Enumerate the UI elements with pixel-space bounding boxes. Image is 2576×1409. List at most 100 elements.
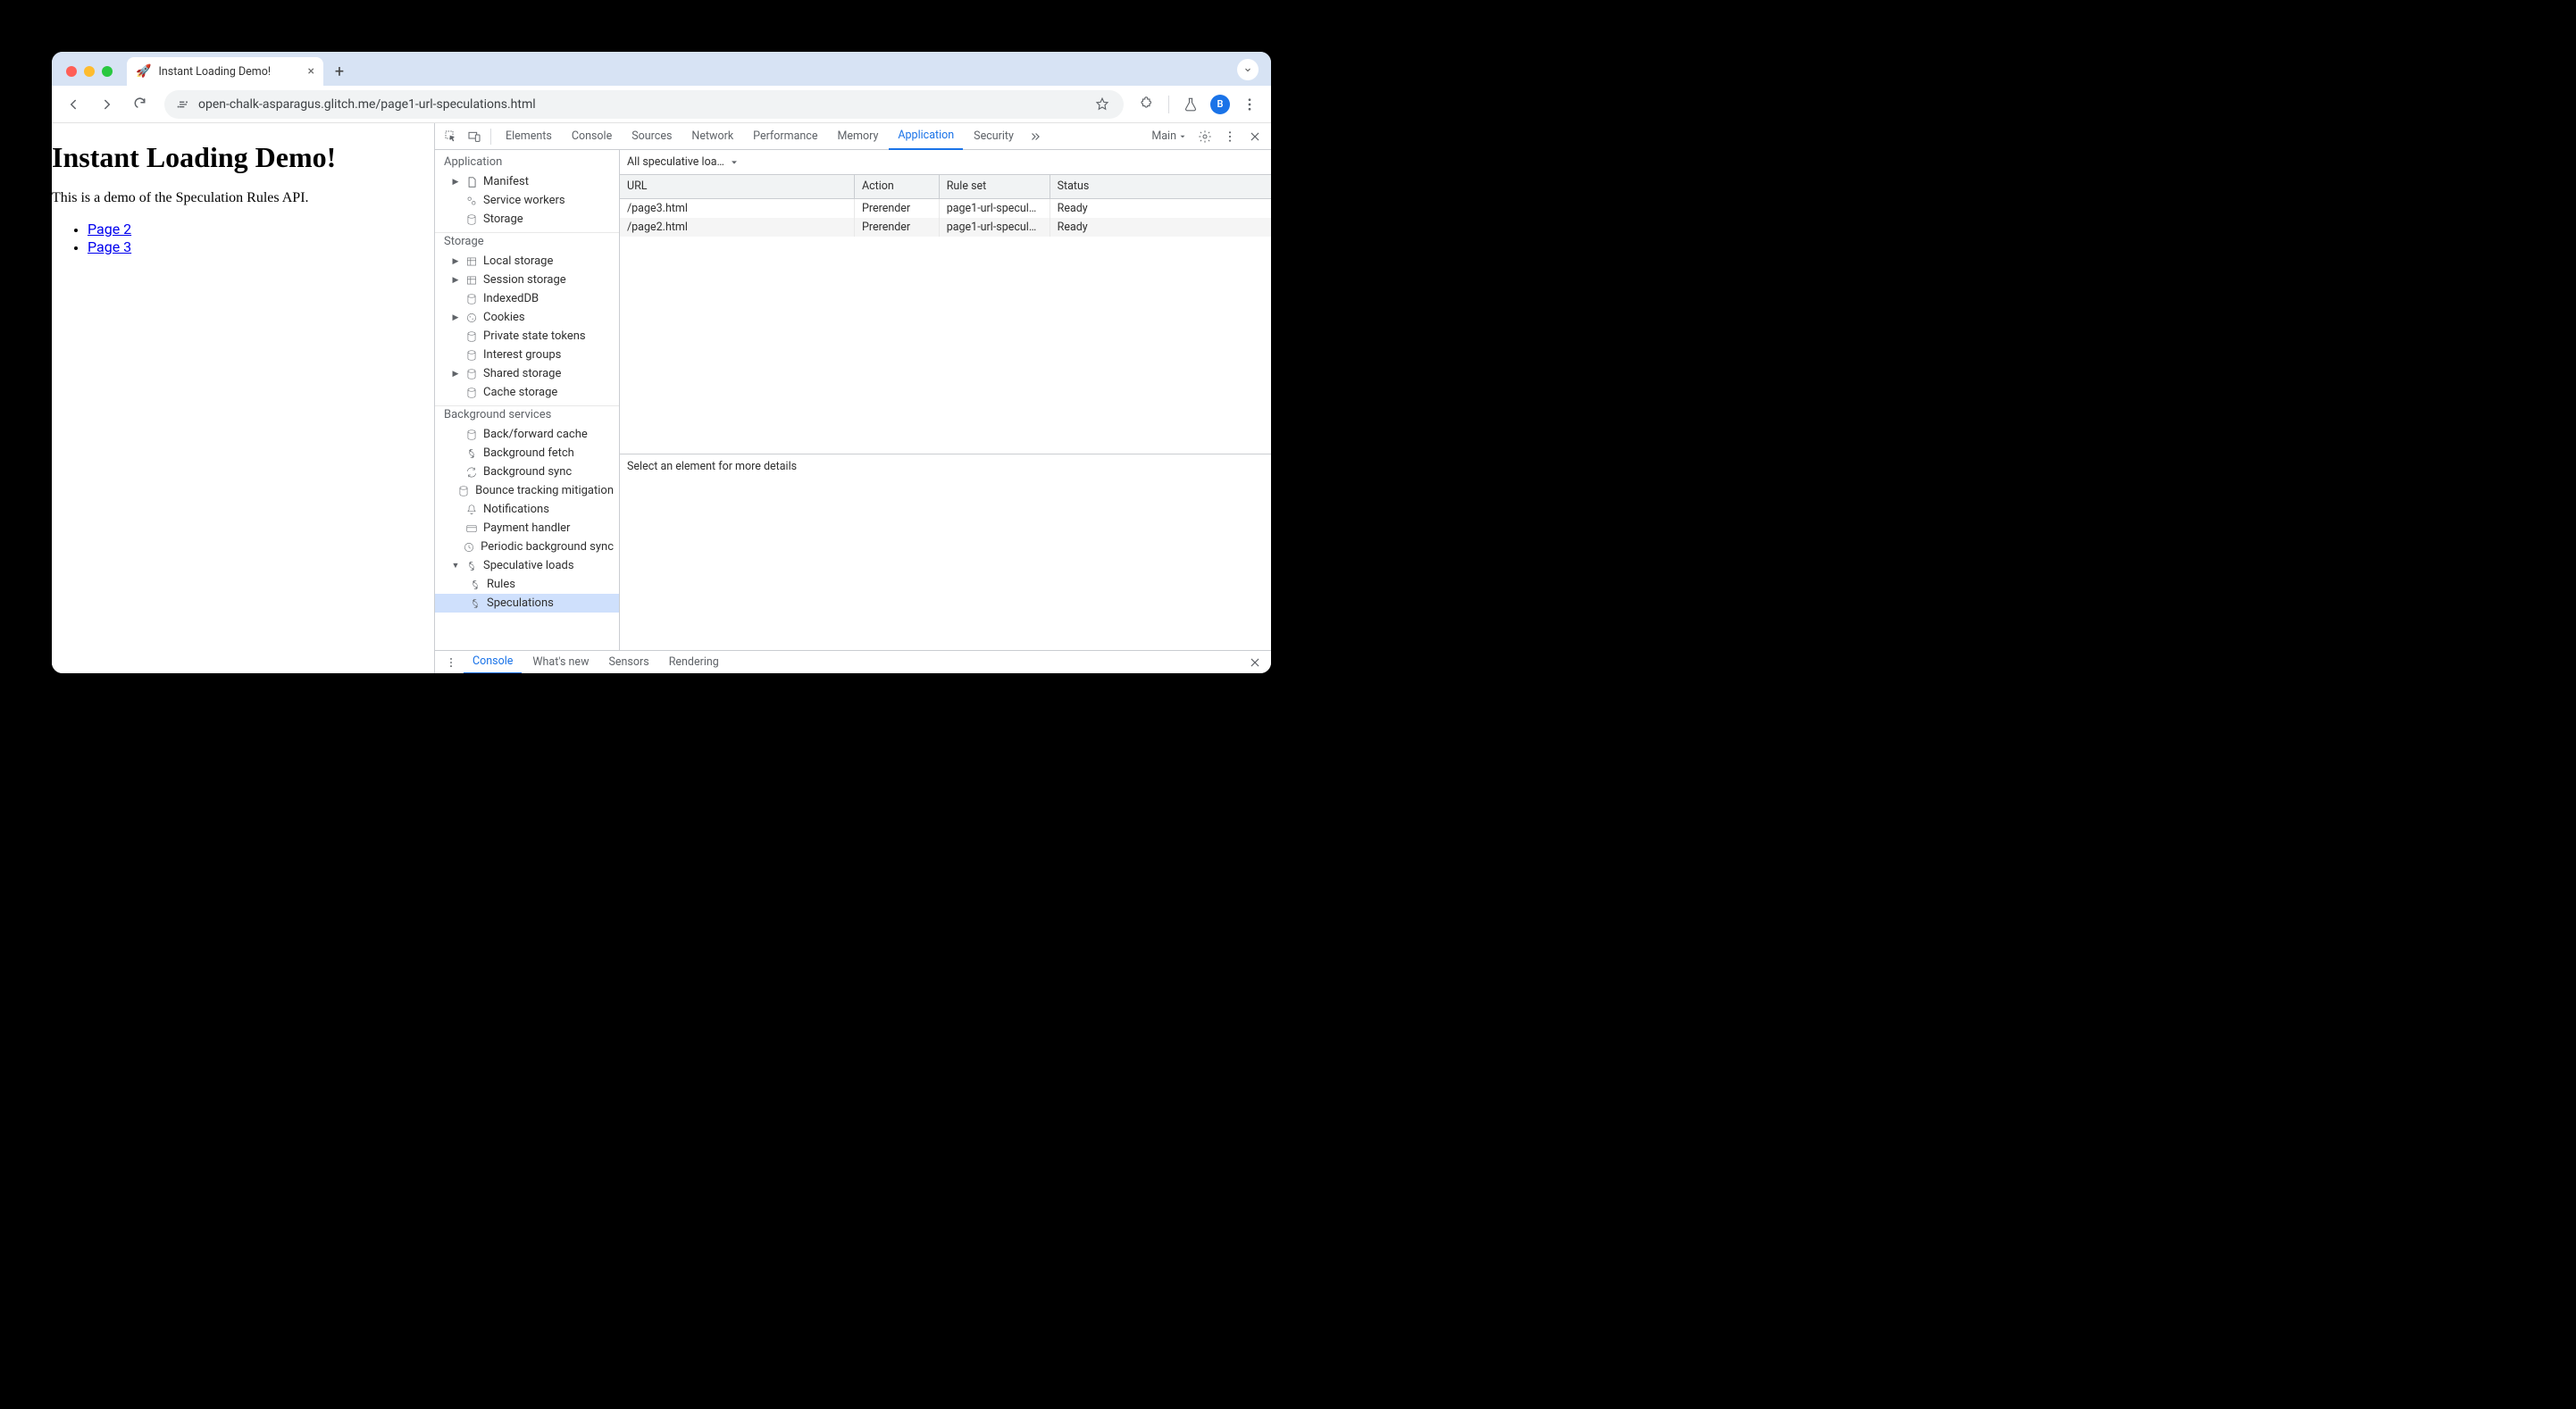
target-label: Main	[1151, 129, 1176, 143]
sidebar-label: Background sync	[483, 465, 572, 479]
sidebar-item-periodic-sync[interactable]: Periodic background sync	[435, 538, 619, 556]
drawer-tab-whats-new[interactable]: What's new	[523, 651, 598, 674]
sidebar-item-local-storage[interactable]: ▶Local storage	[435, 252, 619, 271]
sidebar-item-rules[interactable]: Rules	[435, 575, 619, 594]
cell-url: /page3.html	[620, 198, 854, 218]
tab-title: Instant Loading Demo!	[158, 65, 300, 79]
gear-icon	[1198, 129, 1212, 144]
minimize-window-button[interactable]	[84, 66, 95, 77]
sidebar-item-bf-cache[interactable]: Back/forward cache	[435, 425, 619, 444]
table-row[interactable]: /page3.html Prerender page1-url-specul… …	[620, 198, 1271, 218]
address-bar[interactable]: open-chalk-asparagus.glitch.me/page1-url…	[164, 90, 1124, 119]
maximize-window-button[interactable]	[102, 66, 113, 77]
sidebar-item-speculations[interactable]: Speculations	[435, 594, 619, 613]
devtools-tab-sources[interactable]: Sources	[623, 123, 681, 150]
devtools-target-selector[interactable]: Main	[1148, 129, 1191, 143]
sidebar-item-private-state-tokens[interactable]: Private state tokens	[435, 327, 619, 346]
sidebar-label: Private state tokens	[483, 329, 586, 343]
table-header-url[interactable]: URL	[620, 175, 854, 198]
sidebar-label: Rules	[487, 578, 515, 591]
close-window-button[interactable]	[66, 66, 77, 77]
devtools-tab-security[interactable]: Security	[965, 123, 1023, 150]
page-link-3[interactable]: Page 3	[88, 238, 131, 255]
new-tab-button[interactable]: +	[327, 59, 352, 84]
sidebar-item-interest-groups[interactable]: Interest groups	[435, 346, 619, 364]
sidebar-section-application: Application	[435, 150, 619, 172]
browser-tab[interactable]: 🚀 Instant Loading Demo! ×	[127, 57, 323, 86]
devtools-tab-network[interactable]: Network	[682, 123, 742, 150]
sidebar-item-cookies[interactable]: ▶Cookies	[435, 308, 619, 327]
card-icon	[465, 522, 478, 535]
sidebar-label: Service workers	[483, 194, 565, 207]
page-heading: Instant Loading Demo!	[52, 141, 434, 174]
cookie-icon	[465, 312, 478, 324]
sidebar-item-notifications[interactable]: Notifications	[435, 500, 619, 519]
tab-close-icon[interactable]: ×	[308, 64, 314, 79]
devtools-body: Application ▶Manifest Service workers St…	[435, 150, 1271, 650]
clock-icon	[463, 541, 475, 554]
sidebar-label: Cache storage	[483, 386, 557, 399]
sidebar-item-speculative-loads[interactable]: ▼Speculative loads	[435, 556, 619, 575]
inspect-element-button[interactable]	[440, 126, 462, 147]
drawer-tab-sensors[interactable]: Sensors	[599, 651, 657, 674]
sidebar-section-background: Background services	[435, 405, 619, 425]
speculations-filter-select[interactable]: All speculative loa…	[627, 155, 739, 169]
table-header-action[interactable]: Action	[854, 175, 939, 198]
devtools-close-button[interactable]	[1244, 126, 1266, 147]
sidebar-label: Shared storage	[483, 367, 561, 380]
drawer-menu-button[interactable]	[440, 652, 462, 673]
drawer-close-button[interactable]	[1244, 652, 1266, 673]
chevron-down-icon	[1242, 64, 1253, 75]
labs-button[interactable]	[1176, 90, 1205, 119]
sync-icon	[469, 597, 481, 610]
devtools-tab-elements[interactable]: Elements	[497, 123, 561, 150]
devtools-tab-console[interactable]: Console	[563, 123, 621, 150]
sidebar-item-session-storage[interactable]: ▶Session storage	[435, 271, 619, 289]
sidebar-item-shared-storage[interactable]: ▶Shared storage	[435, 364, 619, 383]
kebab-icon	[1223, 129, 1237, 144]
bookmark-button[interactable]	[1091, 94, 1113, 115]
page-link-2[interactable]: Page 2	[88, 221, 131, 238]
devtools-tab-performance[interactable]: Performance	[744, 123, 826, 150]
chrome-menu-button[interactable]	[1235, 90, 1264, 119]
sidebar-item-service-workers[interactable]: Service workers	[435, 191, 619, 210]
drawer-tab-console[interactable]: Console	[464, 651, 522, 674]
cell-ruleset: page1-url-specul…	[939, 198, 1050, 218]
forward-button[interactable]	[93, 90, 121, 119]
kebab-icon	[445, 656, 457, 669]
table-header-status[interactable]: Status	[1050, 175, 1271, 198]
profile-avatar[interactable]: B	[1210, 95, 1230, 114]
sidebar-item-payment-handler[interactable]: Payment handler	[435, 519, 619, 538]
devtools-tab-memory[interactable]: Memory	[828, 123, 887, 150]
sidebar-label: Manifest	[483, 175, 529, 188]
sidebar-item-storage[interactable]: Storage	[435, 210, 619, 229]
drawer-tab-rendering[interactable]: Rendering	[660, 651, 728, 674]
devtools-tab-application[interactable]: Application	[889, 123, 963, 150]
database-icon	[465, 429, 478, 441]
table-header-row: URL Action Rule set Status	[620, 175, 1271, 198]
sidebar-item-background-fetch[interactable]: Background fetch	[435, 444, 619, 463]
sidebar-item-manifest[interactable]: ▶Manifest	[435, 172, 619, 191]
sidebar-label: IndexedDB	[483, 292, 539, 305]
devtools-menu-button[interactable]	[1219, 126, 1241, 147]
tabs-overflow-button[interactable]	[1237, 59, 1259, 80]
database-icon	[457, 485, 470, 497]
devtools-settings-button[interactable]	[1194, 126, 1216, 147]
pointer-icon	[444, 129, 458, 144]
table-row[interactable]: /page2.html Prerender page1-url-specul… …	[620, 218, 1271, 237]
sidebar-label: Speculations	[487, 596, 554, 610]
reload-button[interactable]	[127, 90, 155, 119]
back-button[interactable]	[59, 90, 88, 119]
sidebar-item-cache-storage[interactable]: Cache storage	[435, 383, 619, 402]
sidebar-item-indexeddb[interactable]: IndexedDB	[435, 289, 619, 308]
gears-icon	[465, 195, 478, 207]
puzzle-icon	[1139, 96, 1155, 113]
extensions-button[interactable]	[1133, 90, 1161, 119]
table-header-ruleset[interactable]: Rule set	[939, 175, 1050, 198]
devtools-tabs-overflow[interactable]	[1025, 126, 1046, 147]
site-info-icon[interactable]	[175, 96, 191, 113]
sidebar-item-background-sync[interactable]: Background sync	[435, 463, 619, 481]
sidebar-label: Back/forward cache	[483, 428, 588, 441]
device-toolbar-button[interactable]	[464, 126, 485, 147]
sidebar-item-bounce-tracking[interactable]: Bounce tracking mitigation	[435, 481, 619, 500]
